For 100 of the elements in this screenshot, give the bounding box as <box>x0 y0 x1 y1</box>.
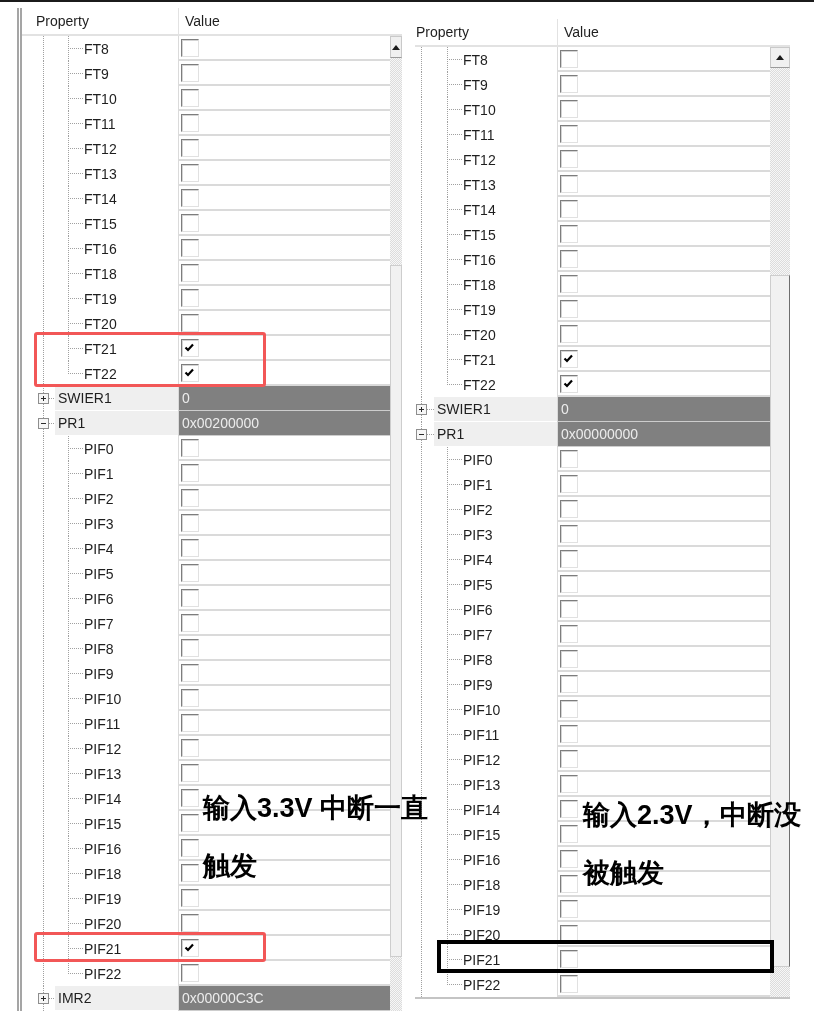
checkbox[interactable] <box>181 338 199 357</box>
tree-item-label[interactable]: FT10 <box>84 86 117 111</box>
tree-item-label[interactable]: FT21 <box>84 336 117 361</box>
tree-item-label[interactable]: FT16 <box>463 247 496 272</box>
checkbox[interactable] <box>560 699 578 718</box>
tree-item-label[interactable]: PIF5 <box>84 561 114 586</box>
tree-item-label[interactable]: PIF19 <box>463 897 501 922</box>
tree-item-label[interactable]: PIF9 <box>84 661 114 686</box>
tree-item-label[interactable]: PIF7 <box>463 622 493 647</box>
tree-item-label[interactable]: PIF4 <box>84 536 114 561</box>
checkbox[interactable] <box>181 238 199 257</box>
checkbox[interactable] <box>560 649 578 668</box>
tree-item-label[interactable]: SWIER1 <box>434 397 557 422</box>
tree-item-label[interactable]: PIF22 <box>84 961 122 986</box>
checkbox[interactable] <box>181 863 199 882</box>
checkbox[interactable] <box>560 49 578 68</box>
checkbox[interactable] <box>181 788 199 807</box>
checkbox[interactable] <box>560 599 578 618</box>
tree-item-label[interactable]: IMR2 <box>55 986 178 1011</box>
tree-item-label[interactable]: PIF22 <box>463 972 501 997</box>
checkbox[interactable] <box>560 524 578 543</box>
tree-item-label[interactable]: PIF19 <box>84 886 122 911</box>
checkbox[interactable] <box>181 113 199 132</box>
tree-item-label[interactable]: PIF7 <box>84 611 114 636</box>
checkbox[interactable] <box>560 949 578 968</box>
tree-item-label[interactable]: FT21 <box>463 347 496 372</box>
checkbox[interactable] <box>560 574 578 593</box>
checkbox[interactable] <box>560 124 578 143</box>
tree-item-label[interactable]: PR1 <box>55 411 178 436</box>
tree-item-label[interactable]: PIF9 <box>463 672 493 697</box>
tree-item-label[interactable]: PIF6 <box>463 597 493 622</box>
checkbox[interactable] <box>181 763 199 782</box>
tree-item-label[interactable]: PIF21 <box>463 947 501 972</box>
tree-item-label[interactable]: PIF5 <box>463 572 493 597</box>
tree-item-label[interactable]: PIF8 <box>463 647 493 672</box>
tree-item-label[interactable]: PIF14 <box>463 797 501 822</box>
tree-item-label[interactable]: PIF13 <box>463 772 501 797</box>
plus-box-icon[interactable] <box>416 404 427 415</box>
checkbox[interactable] <box>560 374 578 393</box>
checkbox[interactable] <box>181 288 199 307</box>
tree-item-label[interactable]: PIF2 <box>463 497 493 522</box>
plus-box-icon[interactable] <box>38 393 49 404</box>
checkbox[interactable] <box>560 824 578 843</box>
tree-item-label[interactable]: PIF12 <box>84 736 122 761</box>
checkbox[interactable] <box>560 149 578 168</box>
tree-item-label[interactable]: FT15 <box>463 222 496 247</box>
tree-item-label[interactable]: PIF11 <box>84 711 121 736</box>
tree-item-label[interactable]: FT13 <box>463 172 496 197</box>
checkbox[interactable] <box>560 449 578 468</box>
checkbox[interactable] <box>181 888 199 907</box>
checkbox[interactable] <box>560 724 578 743</box>
checkbox[interactable] <box>181 363 199 382</box>
checkbox[interactable] <box>560 349 578 368</box>
checkbox[interactable] <box>181 963 199 982</box>
checkbox[interactable] <box>560 299 578 318</box>
tree-item-label[interactable]: PIF1 <box>463 472 493 497</box>
tree-item-label[interactable]: FT12 <box>463 147 496 172</box>
tree-item-label[interactable]: PIF6 <box>84 586 114 611</box>
checkbox[interactable] <box>181 838 199 857</box>
tree-item-label[interactable]: PIF12 <box>463 747 501 772</box>
tree-item-label[interactable]: FT12 <box>84 136 117 161</box>
tree-item-label[interactable]: FT9 <box>84 61 109 86</box>
tree-item-label[interactable]: PIF10 <box>463 697 501 722</box>
checkbox[interactable] <box>181 713 199 732</box>
tree-item-label[interactable]: PIF18 <box>463 872 501 897</box>
checkbox[interactable] <box>560 499 578 518</box>
minus-box-icon[interactable] <box>38 418 49 429</box>
checkbox[interactable] <box>181 313 199 332</box>
checkbox[interactable] <box>181 688 199 707</box>
tree-item-label[interactable]: FT22 <box>463 372 496 397</box>
tree-item-label[interactable]: PR1 <box>434 422 557 447</box>
checkbox[interactable] <box>560 249 578 268</box>
tree-item-label[interactable]: PIF4 <box>463 547 493 572</box>
checkbox[interactable] <box>560 749 578 768</box>
checkbox[interactable] <box>560 99 578 118</box>
checkbox[interactable] <box>560 474 578 493</box>
column-header[interactable]: Property <box>415 19 557 45</box>
checkbox[interactable] <box>560 199 578 218</box>
scroll-up-button[interactable] <box>770 47 790 68</box>
checkbox[interactable] <box>560 624 578 643</box>
tree-item-label[interactable]: PIF8 <box>84 636 114 661</box>
tree-item-label[interactable]: FT8 <box>463 47 488 72</box>
tree-item-label[interactable]: PIF11 <box>463 722 500 747</box>
checkbox[interactable] <box>560 324 578 343</box>
tree-item-label[interactable]: PIF21 <box>84 936 122 961</box>
tree-item-label[interactable]: FT16 <box>84 236 117 261</box>
tree-item-label[interactable]: FT14 <box>463 197 496 222</box>
checkbox[interactable] <box>560 774 578 793</box>
checkbox[interactable] <box>181 563 199 582</box>
checkbox[interactable] <box>560 274 578 293</box>
tree-item-label[interactable]: PIF16 <box>84 836 122 861</box>
tree-item-label[interactable]: FT19 <box>463 297 496 322</box>
tree-item-label[interactable]: FT15 <box>84 211 117 236</box>
scroll-up-button[interactable] <box>390 36 402 58</box>
checkbox[interactable] <box>181 138 199 157</box>
checkbox[interactable] <box>181 88 199 107</box>
column-header[interactable]: Value <box>178 8 402 34</box>
checkbox[interactable] <box>560 174 578 193</box>
tree-item-label[interactable]: PIF3 <box>84 511 114 536</box>
checkbox[interactable] <box>560 799 578 818</box>
